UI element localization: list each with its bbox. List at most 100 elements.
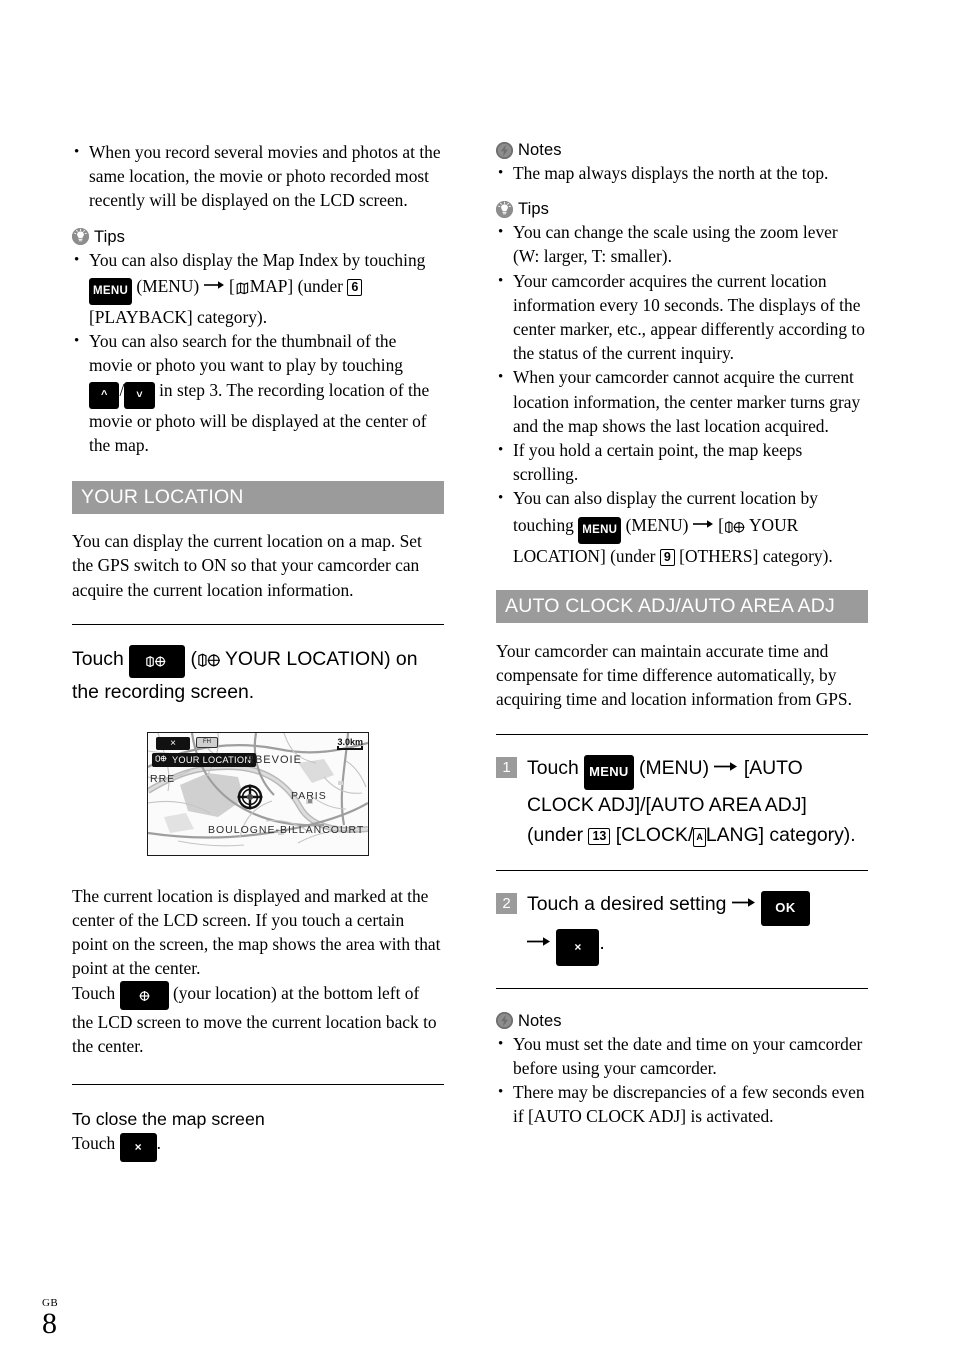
- ok-button-chip[interactable]: OK: [761, 890, 810, 926]
- section-heading-your-location: YOUR LOCATION: [72, 481, 444, 515]
- map-your-location-label: YOUR LOCATION: [172, 754, 252, 765]
- menu-button-chip[interactable]: MENU: [89, 277, 133, 306]
- arrow-icon: [714, 751, 738, 781]
- list-item: There may be discrepancies of a few seco…: [496, 1080, 868, 1128]
- right-column: Notes The map always displays the north …: [496, 140, 868, 1128]
- notes-list-bottom: You must set the date and time on your c…: [496, 1032, 868, 1129]
- tips-list-right: You can change the scale using the zoom …: [496, 220, 868, 568]
- touch-text-part: Touch: [72, 1133, 116, 1154]
- page-folio: GB 8: [42, 1297, 58, 1339]
- menu-button-chip[interactable]: MENU: [578, 516, 622, 544]
- tips-callout-header-right: Tips: [496, 199, 868, 219]
- manual-page: When you record several movies and photo…: [0, 0, 954, 1357]
- notes-label: Notes: [518, 1011, 562, 1030]
- tips-label: Tips: [94, 227, 125, 246]
- map-close-button[interactable]: ×: [156, 736, 190, 750]
- map-place-label: RRE: [150, 772, 176, 785]
- tips-callout-header: Tips: [72, 227, 444, 247]
- section-heading-auto-clock-adj: AUTO CLOCK ADJ/AUTO AREA ADJ: [496, 590, 868, 624]
- list-item: You can also display the current locatio…: [496, 486, 868, 568]
- close-map-heading: To close the map screen: [72, 1109, 265, 1130]
- step-text-part: [CLOCK/: [615, 823, 694, 846]
- lightbulb-icon: [496, 200, 513, 218]
- list-item: You must set the date and time on your c…: [496, 1032, 868, 1080]
- step-2: 2 Touch a desired setting OK ×.: [496, 887, 868, 966]
- map-place-label: BOULOGNE-BILLANCOURT: [208, 823, 365, 836]
- scroll-up-button-chip[interactable]: ^: [89, 381, 120, 409]
- close-button-chip[interactable]: ×: [119, 1133, 157, 1163]
- notes-callout-header-bottom: Notes: [496, 1011, 868, 1031]
- list-item: When you record several movies and photo…: [72, 140, 444, 213]
- touch-instruction: Touch (YOUR LOCATION) on the recording s…: [72, 644, 444, 706]
- step-2-body: Touch a desired setting OK ×.: [527, 887, 810, 966]
- your-location-center-button-chip[interactable]: [119, 980, 169, 1010]
- step-text-part: (MENU): [639, 756, 710, 779]
- your-location-icon-small: [155, 754, 168, 765]
- tip-text-part: (MENU): [625, 514, 689, 535]
- your-location-intro: You can display the current location on …: [72, 531, 422, 600]
- your-location-button-chip[interactable]: [129, 644, 186, 678]
- your-location-icon: [197, 652, 225, 674]
- tips-list-left: You can also display the Map Index by to…: [72, 248, 444, 458]
- tip-text-part: You can also search for the thumbnail of…: [89, 331, 403, 376]
- lightning-bolt-icon: [496, 141, 513, 159]
- step-text-part: LANG] category).: [705, 823, 856, 846]
- step-text-part: Touch a desired setting: [527, 892, 727, 915]
- period: .: [156, 1133, 161, 1154]
- list-item: You can also display the Map Index by to…: [72, 248, 444, 330]
- map-graphic: [148, 732, 368, 855]
- map-screen-figure: 3.0km × FH YOUR LOCATION RRE RBEVOIE PAR…: [147, 731, 369, 856]
- category-number-badge: 6: [347, 278, 363, 297]
- notes-list-top: The map always displays the north at the…: [496, 161, 868, 185]
- category-number-badge: 13: [588, 827, 611, 846]
- lightbulb-icon: [72, 228, 89, 246]
- arrow-icon: [203, 272, 225, 296]
- left-column: When you record several movies and photo…: [72, 140, 444, 1163]
- list-item: If you hold a certain point, the map kee…: [496, 438, 868, 486]
- battery-indicator: FH: [196, 736, 218, 748]
- language-icon: A: [693, 827, 706, 847]
- arrow-icon: [731, 887, 756, 917]
- step-1: 1 Touch MENU (MENU) [AUTO CLOCK ADJ]/[AU…: [496, 751, 868, 850]
- tip-text-part: You can also display the Map Index by to…: [89, 249, 426, 270]
- tip-text-part: (MENU): [136, 275, 200, 296]
- touch-text-part: Touch: [72, 982, 116, 1003]
- step-number-badge: 1: [496, 756, 517, 778]
- map-place-label: PARIS: [291, 789, 327, 802]
- list-item: When your camcorder cannot acquire the c…: [496, 365, 868, 438]
- tips-label: Tips: [518, 200, 549, 219]
- list-item: Your camcorder acquires the current loca…: [496, 269, 868, 366]
- map-scale-label: 3.0km: [337, 736, 363, 747]
- step-1-body: Touch MENU (MENU) [AUTO CLOCK ADJ]/[AUTO…: [527, 751, 868, 850]
- list-item: You can change the scale using the zoom …: [496, 220, 868, 268]
- scroll-down-button-chip[interactable]: ˅: [124, 381, 155, 409]
- tip-text-part: MAP] (under: [249, 275, 343, 296]
- menu-button-chip[interactable]: MENU: [584, 754, 634, 790]
- map-your-location-button[interactable]: YOUR LOCATION: [152, 752, 257, 767]
- tip-text-part: [PLAYBACK] category).: [89, 307, 268, 328]
- list-item: You can also search for the thumbnail of…: [72, 329, 444, 457]
- step-number-badge: 2: [496, 892, 517, 914]
- arrow-icon: [692, 511, 714, 535]
- category-number-badge: 9: [659, 548, 675, 567]
- your-location-icon: [724, 519, 749, 539]
- after-figure-text: The current location is displayed and ma…: [72, 885, 441, 979]
- arrow-icon: [527, 926, 551, 956]
- step-text-part: Touch: [527, 756, 579, 779]
- map-place-label: RBEVOIE: [246, 753, 302, 766]
- auto-clock-intro: Your camcorder can maintain accurate tim…: [496, 641, 852, 710]
- tip-text-part: [OTHERS] category).: [679, 545, 833, 566]
- page-number: 8: [42, 1307, 57, 1340]
- notes-callout-header: Notes: [496, 140, 868, 160]
- lightning-bolt-icon: [496, 1012, 513, 1030]
- touch-center-instruction: Touch (your location) at the bottom left…: [72, 980, 444, 1059]
- instruction-text-part: YOUR LOCATION) on the recording screen.: [72, 647, 418, 703]
- close-map-instruction: Touch ×.: [72, 1131, 444, 1163]
- notes-label: Notes: [518, 141, 562, 159]
- period: .: [599, 931, 605, 954]
- map-scale-indicator: 3.0km: [337, 737, 363, 750]
- close-button-chip[interactable]: ×: [556, 928, 600, 966]
- instruction-text-part: Touch: [72, 647, 124, 670]
- list-item: The map always displays the north at the…: [496, 161, 868, 185]
- map-icon: [235, 280, 250, 300]
